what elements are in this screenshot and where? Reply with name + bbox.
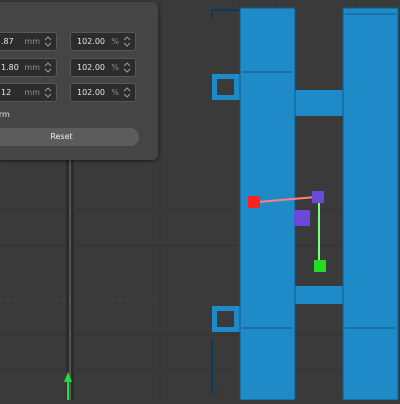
scale-x-value: 102.00 [77,37,105,46]
size-z-unit: mm [24,88,40,97]
size-x-field[interactable]: .87 mm [0,32,57,51]
spin-arrows-icon[interactable] [44,60,52,75]
size-z-value: 12 [1,88,12,97]
spin-arrows-icon[interactable] [123,34,131,49]
scale-y-value: 102.00 [77,63,105,72]
plane-handle[interactable] [294,210,310,226]
scale-z-value: 102.00 [77,88,105,97]
spin-arrows-icon[interactable] [123,60,131,75]
grid-dots [0,139,400,301]
x-axis-handle[interactable] [248,196,260,208]
size-z-field[interactable]: 12 mm [0,83,57,102]
spin-arrows-icon[interactable] [123,85,131,100]
scale-y-unit: % [111,63,119,72]
size-x-unit: mm [24,37,40,46]
size-x-value: .87 [1,37,14,46]
uniform-scaling-label[interactable]: orm [0,110,10,119]
center-handle[interactable] [312,191,324,203]
size-y-unit: mm [24,63,40,72]
spin-arrows-icon[interactable] [44,34,52,49]
reset-button[interactable]: Reset [0,128,139,146]
size-y-field[interactable]: 1.80 mm [0,58,57,77]
scale-y-field[interactable]: 102.00 % [70,58,136,77]
scale-x-unit: % [111,37,119,46]
scale-z-field[interactable]: 102.00 % [70,83,136,102]
size-y-value: 1.80 [1,63,19,72]
spin-arrows-icon[interactable] [44,85,52,100]
y-axis-handle[interactable] [314,260,326,272]
axis-arrow-shaft [67,382,69,400]
scale-x-field[interactable]: 102.00 % [70,32,136,51]
scale-panel: .87 mm 102.00 % 1.80 mm 102.00 % 12 mm 1… [0,2,158,160]
scale-z-unit: % [111,88,119,97]
axis-post-line [69,160,71,400]
